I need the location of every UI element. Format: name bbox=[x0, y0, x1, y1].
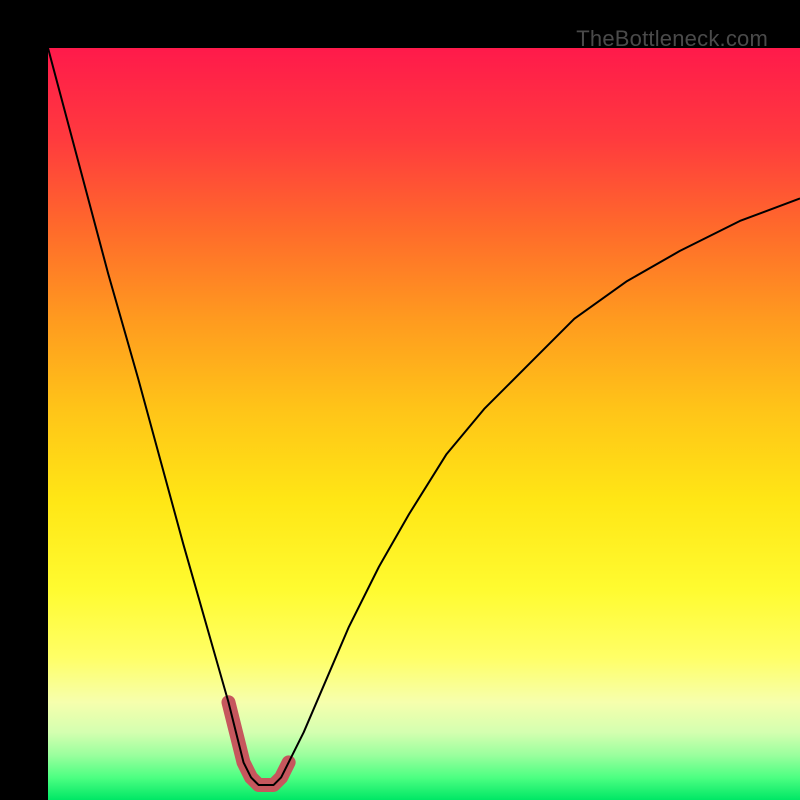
chart-frame: TheBottleneck.com bbox=[0, 0, 800, 800]
gradient-background bbox=[48, 48, 800, 800]
bottleneck-chart bbox=[48, 48, 800, 800]
watermark-text: TheBottleneck.com bbox=[576, 26, 768, 52]
plot-area bbox=[48, 48, 800, 800]
